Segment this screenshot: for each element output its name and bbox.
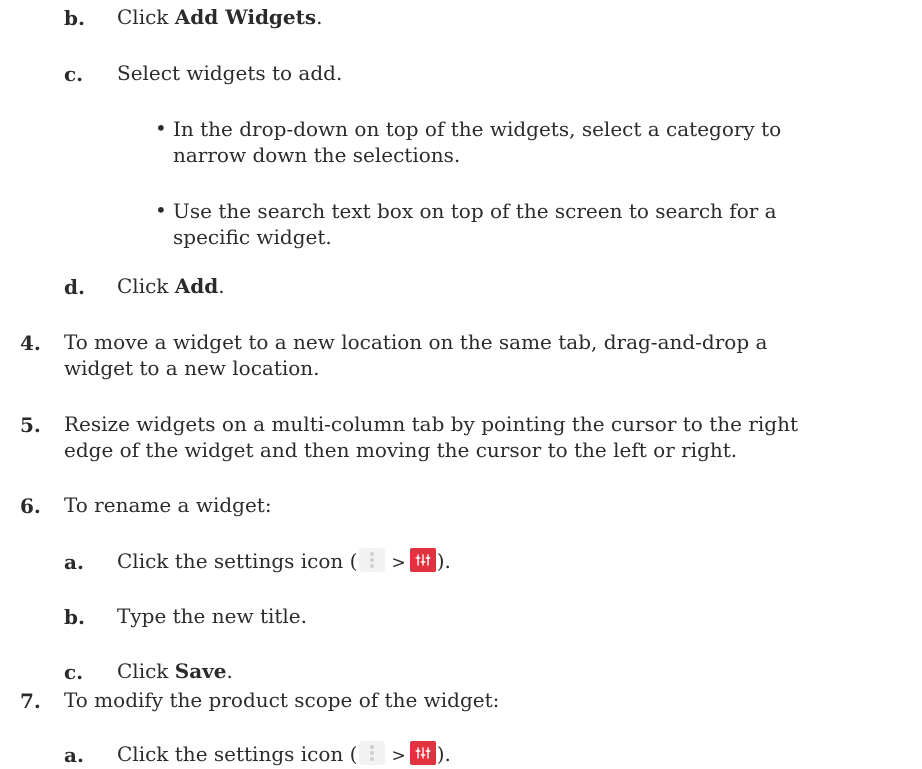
step-letter: c. [64,660,84,684]
vertical-ellipsis-icon [359,548,386,572]
step-text-line1: To move a widget to a new location on th… [64,330,768,354]
ui-term-add-widgets: Add Widgets [174,5,317,29]
separator: > [391,553,406,573]
bullet-text-line1: Use the search text box on top of the sc… [173,199,777,223]
sliders-settings-icon [409,548,436,572]
step-text: Click the settings icon ( [117,742,358,766]
step-text-line1: Resize widgets on a multi-column tab by … [64,412,798,436]
step-letter: d. [64,275,85,299]
step-text: Click [117,274,175,298]
vertical-ellipsis-icon [359,741,386,765]
sliders-settings-icon [409,741,436,765]
step-text: To modify the product scope of the widge… [64,688,500,712]
step-text-line2: widget to a new location. [64,356,320,380]
step-text: Click [117,659,175,683]
step-text: Click [117,5,175,29]
step-number: 5. [20,413,41,437]
ui-term-add: Add [174,274,219,298]
step-letter: b. [64,605,85,629]
bullet-marker: • [155,198,167,222]
step-letter: a. [64,550,84,574]
step-letter: b. [64,6,85,30]
step-text: Type the new title. [117,604,307,628]
punctuation: . [218,274,225,298]
step-text: Select widgets to add. [117,61,343,85]
step-number: 7. [20,689,41,713]
step-letter: a. [64,743,84,767]
punctuation: . [226,659,233,683]
punctuation: . [316,5,323,29]
step-text: To rename a widget: [64,493,272,517]
bullet-text-line1: In the drop-down on top of the widgets, … [173,117,782,141]
step-text-line2: edge of the widget and then moving the c… [64,438,738,462]
bullet-marker: • [155,116,167,140]
bullet-text-line2: narrow down the selections. [173,143,461,167]
step-text: Click the settings icon ( [117,549,358,573]
step-number: 4. [20,331,41,355]
bullet-text-line2: specific widget. [173,225,332,249]
separator: > [391,746,406,766]
step-number: 6. [20,494,41,518]
step-letter: c. [64,62,84,86]
ui-term-save: Save [174,659,227,683]
step-text-end: ). [436,742,451,766]
step-text-end: ). [436,549,451,573]
